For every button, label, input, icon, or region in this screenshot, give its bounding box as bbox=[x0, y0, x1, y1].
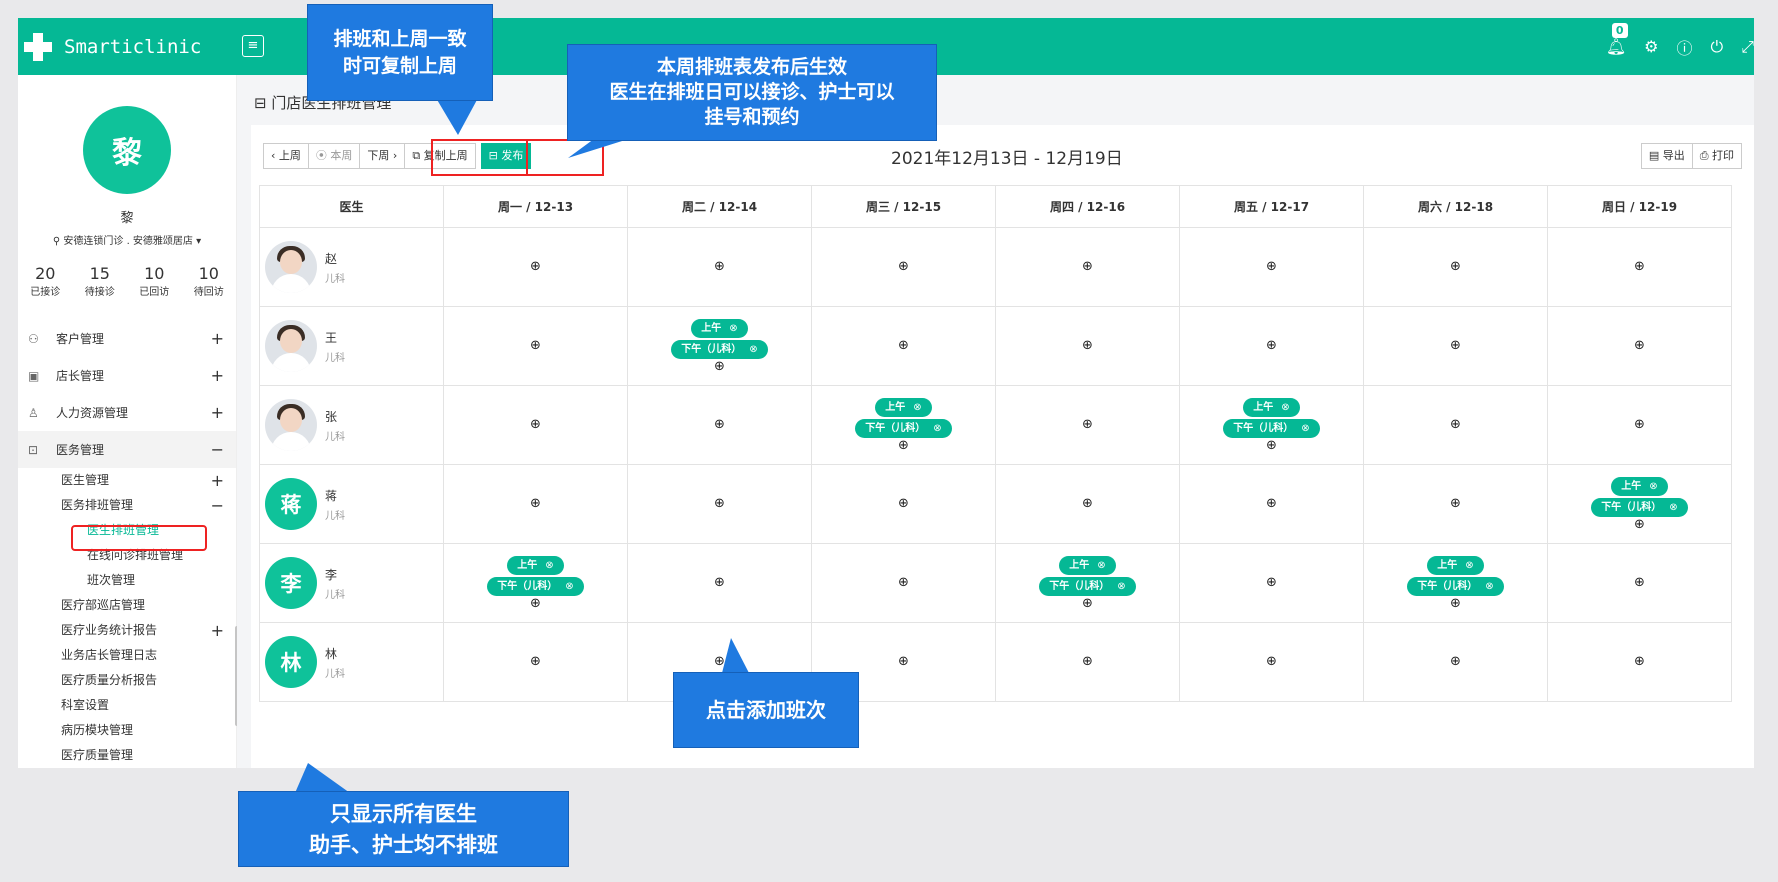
publish-tip-text: 本周排班表发布后生效 医生在排班日可以接诊、护士可以 挂号和预约 bbox=[609, 56, 895, 128]
copy-tip-text: 排班和上周一致 时可复制上周 bbox=[333, 28, 467, 77]
add-tip-callout: 点击添加班次 bbox=[673, 672, 859, 748]
doctor-tip-pointer bbox=[295, 763, 350, 793]
doctor-tip-callout: 只显示所有医生 助手、护士均不排班 bbox=[238, 791, 569, 867]
add-tip-text: 点击添加班次 bbox=[706, 698, 826, 722]
doctor-tip-text: 只显示所有医生 助手、护士均不排班 bbox=[309, 802, 498, 857]
add-pointer bbox=[722, 638, 749, 673]
copy-pointer bbox=[436, 98, 478, 135]
publish-tip-callout: 本周排班表发布后生效 医生在排班日可以接诊、护士可以 挂号和预约 bbox=[567, 44, 937, 141]
copy-tip-callout: 排班和上周一致 时可复制上周 bbox=[307, 4, 493, 101]
